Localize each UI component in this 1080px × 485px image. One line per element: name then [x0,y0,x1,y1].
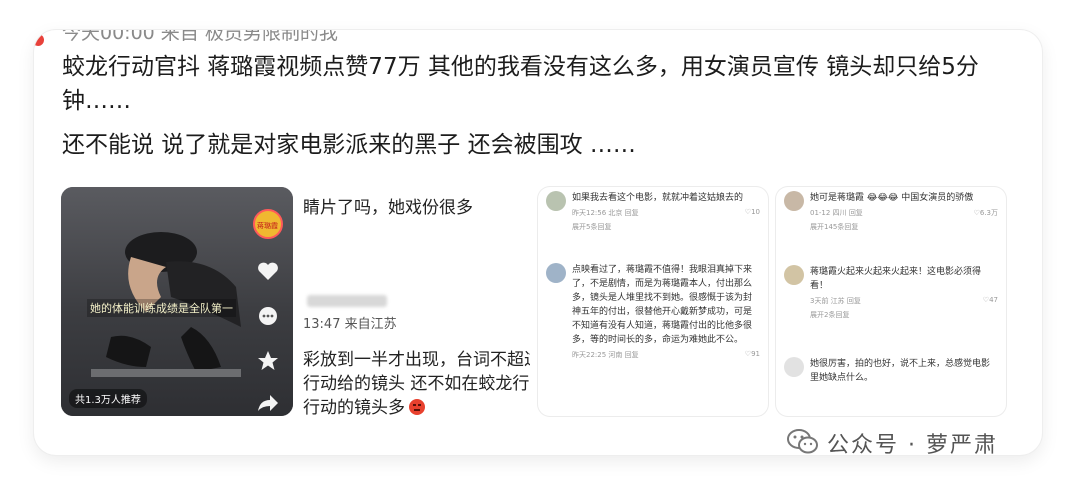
image-grid: 她的体能训练成绩是全队第一 共1.3万人推荐 蒋璐霞 睛片了吗，她戏份很多 13… [61,187,1041,416]
video-views: 共1.3万人推荐 [69,389,147,408]
like-count[interactable]: ♡47 [983,296,998,304]
reply-link[interactable]: 回复 [847,297,861,305]
comment-text: 点映看过了，蒋璐霞不值得！我眼泪真掉下来了，不是剧情，而是为蒋璐霞本人，付出那么… [572,265,753,345]
avatar [784,265,804,285]
comment-footer: 昨天12:56 北京 回复 ♡10 [572,208,760,220]
like-count[interactable]: ♡91 [745,350,760,358]
like-number: 91 [751,350,760,358]
comment-icon[interactable] [256,304,280,328]
weibo-post-card: 今天00:00 来自 极员男限制的我 蛟龙行动官抖 蒋璐霞视频点赞77万 其他的… [34,30,1042,455]
expand-replies[interactable]: 展开5条回复 [572,222,760,232]
zoom-line-5: 行动的镜头多 [303,393,426,416]
comment-text: 她可是蒋璐霞 😂😂😂 中国女演员的骄傲 [810,193,974,203]
zoom-line-3: 彩放到一半才出现，台词不超过 [303,350,530,370]
like-number: 6.3万 [979,209,998,217]
comment-footer: 昨天22:25 河南 回复 ♡91 [572,350,760,362]
post-paragraph-2: 还不能说 说了就是对家电影派来的黑子 还会被围攻 …… [62,132,636,158]
post-paragraph-1: 蛟龙行动官抖 蒋璐霞视频点赞77万 其他的我看没有这么多，用女演员宣传 镜头却只… [62,54,979,114]
comment-footer: 3天前 江苏 回复 ♡47 [810,296,998,308]
comment-text: 如果我去看这个电影，就就冲着这姑娘去的 [572,193,744,203]
comment-time: 昨天12:56 北京 [572,209,623,217]
star-icon[interactable] [256,349,280,373]
comment-time: 3天前 江苏 [810,297,845,305]
avatar [784,191,804,211]
zoom-line-5-text: 行动的镜头多 [303,398,405,416]
like-number: 47 [989,296,998,304]
avatar [546,263,566,283]
comment-time: 昨天22:25 河南 [572,351,623,359]
live-badge-text: 蒋璐霞 [257,222,278,230]
zoom-line-4: 行动给的镜头 还不如在蛟龙行动 [303,374,530,394]
post-meta: 今天00:00 来自 极员男限制的我 [62,30,338,44]
expand-replies[interactable]: 展开2条回复 [810,310,998,320]
video-side-actions: 蒋璐霞 [253,209,283,411]
video-caption: 她的体能训练成绩是全队第一 [87,299,236,317]
avatar-badge [34,34,44,46]
blurred-username [307,295,387,307]
like-number: 10 [751,208,760,216]
image-thumb-video[interactable]: 她的体能训练成绩是全队第一 共1.3万人推荐 蒋璐霞 [61,187,293,416]
expand-replies[interactable]: 展开145条回复 [810,222,998,232]
wechat-icon [787,429,818,454]
heart-icon[interactable] [256,259,280,283]
zoom-line-1: 睛片了吗，她戏份很多 [303,198,473,218]
reply-link[interactable]: 回复 [849,209,863,217]
like-count[interactable]: ♡10 [745,208,760,216]
watermark-text: 公众号 · 萝严肃 [827,433,998,458]
comment-text: 蒋璐霞火起来火起来火起来！这电影必须得看！ [810,267,982,291]
image-thumb-comments-1[interactable]: 如果我去看这个电影，就就冲着这姑娘去的 昨天12:56 北京 回复 ♡10 展开5… [538,187,768,416]
comment-footer: 01-12 四川 回复 ♡6.3万 [810,208,998,220]
zoom-line-2: 13:47 来自江苏 [303,317,397,332]
image-thumb-comment-zoom[interactable]: 睛片了吗，她戏份很多 13:47 来自江苏 彩放到一半才出现，台词不超过 行动给… [293,187,530,416]
reply-link[interactable]: 回复 [625,351,639,359]
avatar [784,357,804,377]
actress-pushup-figure [91,232,241,377]
comment-time: 01-12 四川 [810,209,847,217]
post-text: 蛟龙行动官抖 蒋璐霞视频点赞77万 其他的我看没有这么多，用女演员宣传 镜头却只… [62,50,1022,162]
reply-link[interactable]: 回复 [625,209,639,217]
share-icon[interactable] [256,391,280,415]
angry-emoji-icon [409,399,425,415]
like-count[interactable]: ♡6.3万 [974,208,998,218]
comment-text: 她很厉害，拍的也好，说不上来，总感觉电影里她缺点什么。 [810,359,991,383]
avatar [546,191,566,211]
image-thumb-comments-2[interactable]: 她可是蒋璐霞 😂😂😂 中国女演员的骄傲 01-12 四川 回复 ♡6.3万 展开1… [776,187,1006,416]
live-avatar-badge[interactable]: 蒋璐霞 [253,209,283,239]
